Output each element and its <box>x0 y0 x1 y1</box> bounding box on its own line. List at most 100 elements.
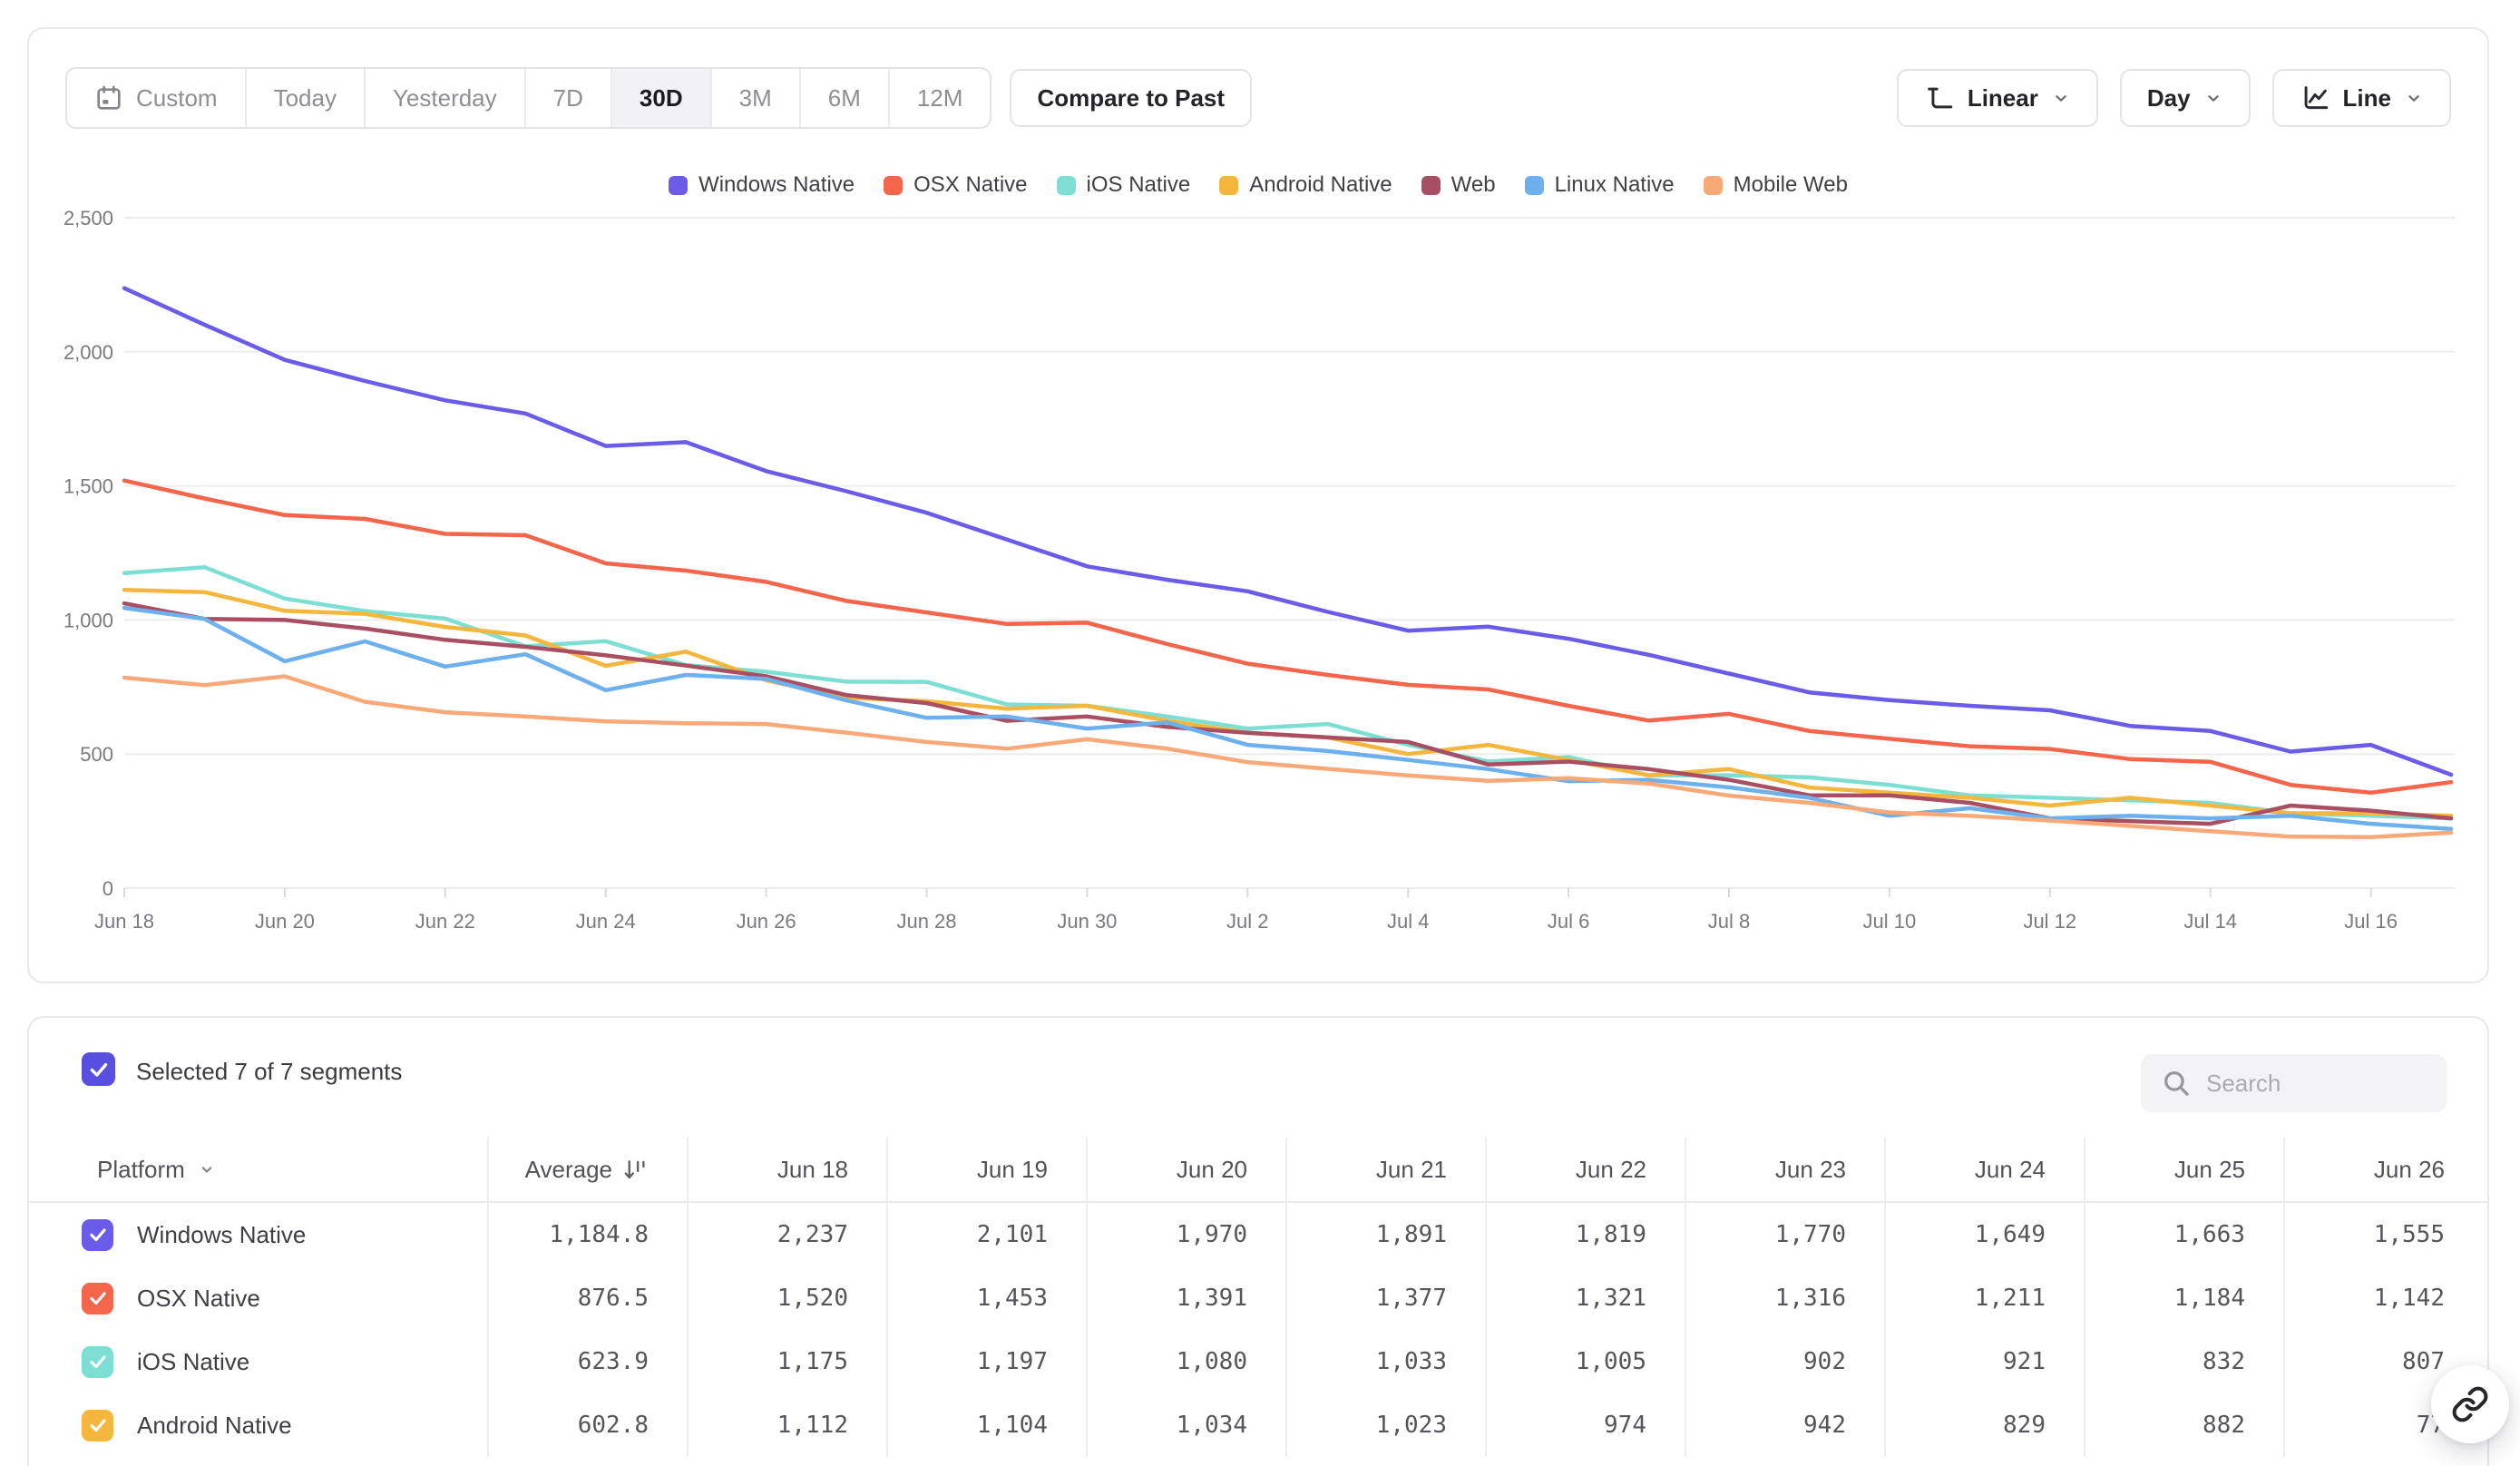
chart-card: Custom Today Yesterday 7D 30D 3M 6M 12M … <box>27 27 2489 983</box>
platform-name: Android Native <box>137 1412 292 1440</box>
search-icon <box>2161 1068 2192 1099</box>
average-value: 876.5 <box>487 1266 687 1330</box>
x-axis-label: Jun 30 <box>1057 910 1117 933</box>
range-7d[interactable]: 7D <box>524 69 610 127</box>
series-line <box>124 590 2451 816</box>
range-today[interactable]: Today <box>245 69 364 127</box>
x-axis-label: Jul 2 <box>1226 910 1268 933</box>
selected-summary: Selected 7 of 7 segments <box>136 1058 402 1086</box>
segments-card: Selected 7 of 7 segments Platform <box>27 1016 2489 1466</box>
range-label: 7D <box>553 84 583 112</box>
select-all-checkbox[interactable] <box>82 1052 115 1086</box>
segments-table-body: Windows Native1,184.82,2372,1011,9701,89… <box>29 1203 2487 1457</box>
analytics-dashboard: Custom Today Yesterday 7D 30D 3M 6M 12M … <box>0 0 2520 1466</box>
day-value: 921 <box>1884 1330 2084 1393</box>
range-label: Today <box>274 84 337 112</box>
row-checkbox[interactable] <box>82 1346 113 1378</box>
x-axis-label: Jul 8 <box>1708 910 1750 933</box>
column-header-date[interactable]: Jun 20 <box>1086 1138 1285 1201</box>
column-header-date[interactable]: Jun 18 <box>687 1138 886 1201</box>
y-axis-label: 2,500 <box>63 207 113 230</box>
x-axis-label: Jun 26 <box>737 910 796 933</box>
day-value: 1,391 <box>1086 1266 1285 1330</box>
link-icon <box>2451 1385 2489 1423</box>
day-value: 882 <box>2084 1393 2283 1457</box>
interval-label: Day <box>2147 84 2191 112</box>
platform-name: OSX Native <box>137 1285 260 1313</box>
y-axis-label: 500 <box>80 743 113 766</box>
x-axis-label: Jun 24 <box>576 910 636 933</box>
chart-toolbar: Custom Today Yesterday 7D 30D 3M 6M 12M … <box>65 67 2451 129</box>
check-icon <box>87 1351 109 1373</box>
day-value: 1,080 <box>1086 1330 1285 1393</box>
series-line <box>124 481 2451 793</box>
column-header-average[interactable]: Average <box>487 1138 687 1201</box>
average-value: 623.9 <box>487 1330 687 1393</box>
date-range-control: Custom Today Yesterday 7D 30D 3M 6M 12M <box>65 67 991 129</box>
day-value: 829 <box>1884 1393 2084 1457</box>
row-checkbox[interactable] <box>82 1219 113 1251</box>
search-box[interactable] <box>2141 1054 2447 1112</box>
x-axis-label: Jul 10 <box>1863 910 1917 933</box>
compare-to-past-button[interactable]: Compare to Past <box>1010 69 1252 127</box>
y-axis-label: 2,000 <box>63 341 113 364</box>
check-icon <box>87 1058 111 1081</box>
x-axis-label: Jun 18 <box>94 910 154 933</box>
line-chart[interactable]: 05001,0001,5002,0002,500Jun 18Jun 20Jun … <box>29 183 2487 963</box>
share-link-button[interactable] <box>2431 1365 2509 1443</box>
check-icon <box>87 1414 109 1436</box>
series-line <box>124 288 2451 775</box>
column-header-date[interactable]: Jun 21 <box>1285 1138 1485 1201</box>
row-checkbox[interactable] <box>82 1283 113 1315</box>
range-custom[interactable]: Custom <box>67 69 245 127</box>
search-input[interactable] <box>2204 1069 2437 1099</box>
table-header: Platform Average Jun 18 Jun 19 J <box>29 1138 2487 1203</box>
range-6m[interactable]: 6M <box>799 69 888 127</box>
y-axis-label: 1,500 <box>63 475 113 498</box>
axis-scale-icon <box>1924 83 1955 113</box>
scale-dropdown[interactable]: Linear <box>1897 69 2098 127</box>
column-header-date[interactable]: Jun 24 <box>1884 1138 2084 1201</box>
row-checkbox[interactable] <box>82 1410 113 1442</box>
series-line <box>124 567 2451 818</box>
day-value: 1,377 <box>1285 1266 1485 1330</box>
chevron-down-icon <box>2203 88 2223 108</box>
day-value: 1,023 <box>1285 1393 1485 1457</box>
average-value: 1,184.8 <box>487 1203 687 1266</box>
column-header-date[interactable]: Jun 25 <box>2084 1138 2283 1201</box>
column-header-date[interactable]: Jun 26 <box>2283 1138 2483 1201</box>
range-label: Yesterday <box>393 84 497 112</box>
day-value: 1,033 <box>1285 1330 1485 1393</box>
chevron-down-icon <box>2051 88 2071 108</box>
compare-label: Compare to Past <box>1037 84 1225 112</box>
range-label: 6M <box>828 84 861 112</box>
day-value: 1,112 <box>687 1393 886 1457</box>
check-icon <box>87 1287 109 1309</box>
range-label: 3M <box>739 84 772 112</box>
day-value: 832 <box>2084 1330 2283 1393</box>
day-value: 902 <box>1685 1330 1884 1393</box>
table-row: iOS Native623.91,1751,1971,0801,0331,005… <box>29 1330 2487 1393</box>
day-value: 974 <box>1485 1393 1685 1457</box>
day-value: 1,104 <box>886 1393 1086 1457</box>
range-30d[interactable]: 30D <box>610 69 710 127</box>
column-header-date[interactable]: Jun 19 <box>886 1138 1086 1201</box>
day-value: 2,101 <box>886 1203 1086 1266</box>
day-value: 1,184 <box>2084 1266 2283 1330</box>
range-3m[interactable]: 3M <box>710 69 799 127</box>
day-value: 1,970 <box>1086 1203 1285 1266</box>
table-row: OSX Native876.51,5201,4531,3911,3771,321… <box>29 1266 2487 1330</box>
scale-label: Linear <box>1968 84 2038 112</box>
column-header-date[interactable]: Jun 23 <box>1685 1138 1884 1201</box>
day-value: 1,770 <box>1685 1203 1884 1266</box>
chart-type-dropdown[interactable]: Line <box>2272 69 2451 127</box>
day-value: 1,663 <box>2084 1203 2283 1266</box>
column-header-date[interactable]: Jun 22 <box>1485 1138 1685 1201</box>
column-header-platform[interactable]: Platform <box>29 1138 487 1201</box>
range-12m[interactable]: 12M <box>888 69 991 127</box>
day-value: 1,175 <box>687 1330 886 1393</box>
interval-dropdown[interactable]: Day <box>2120 69 2251 127</box>
table-row: Android Native602.81,1121,1041,0341,0239… <box>29 1393 2487 1457</box>
range-yesterday[interactable]: Yesterday <box>364 69 524 127</box>
average-value: 602.8 <box>487 1393 687 1457</box>
